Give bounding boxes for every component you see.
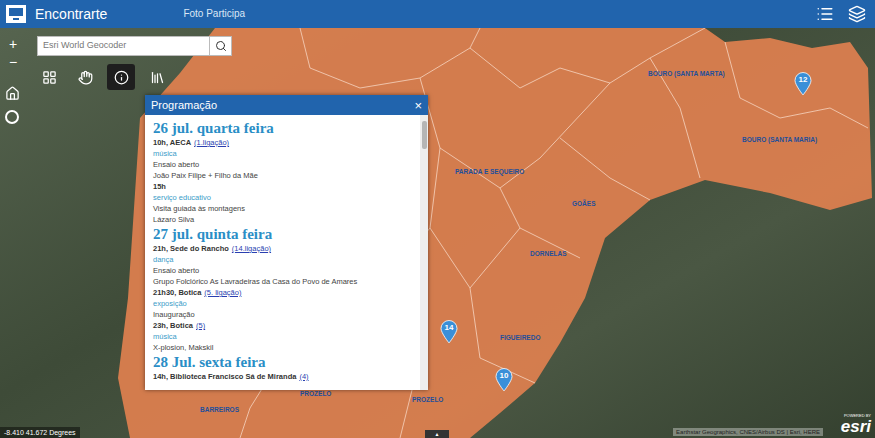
event-time: 10h, AECA(1.ligação)	[153, 137, 412, 148]
parish-label: PROZELO	[412, 396, 443, 404]
parish-label: FIGUEIREDO	[500, 334, 540, 342]
popup-header: Programação ×	[145, 95, 428, 115]
esri-logo: POWERED BYesri	[841, 413, 871, 436]
search-icon	[215, 40, 227, 52]
event-link[interactable]: (14.ligação)	[232, 244, 271, 253]
event-time: 23h, Botica(5)	[153, 320, 412, 331]
event-text: João Paix Filipe + Filho da Mãe	[153, 170, 412, 181]
day-section: 26 jul. quarta feira10h, AECA(1.ligação)…	[153, 119, 412, 225]
event-text: Visita guiada às montagens	[153, 203, 412, 214]
event-link[interactable]: (1.ligação)	[194, 138, 229, 147]
toolbar-button[interactable]	[143, 64, 171, 90]
coordinates: -8.410 41.672 Degrees	[0, 427, 80, 438]
day-section: 28 Jul. sexta feira14h, Biblioteca Franc…	[153, 353, 412, 382]
event-text: Lázaro Silva	[153, 214, 412, 225]
toolbar-button[interactable]	[107, 64, 135, 90]
app-title: Encontrarte	[35, 6, 107, 22]
popup-close-button[interactable]: ×	[414, 99, 422, 112]
library-icon	[150, 70, 165, 85]
parish-label: PARADA E SEQUEIRO	[455, 168, 524, 176]
event-text: X-plosion, Makskil	[153, 342, 412, 353]
home-icon[interactable]	[5, 86, 20, 101]
parish-label: DORNELAS	[530, 250, 566, 258]
parish-label: GOÃES	[572, 200, 595, 208]
zoom-out-button[interactable]: −	[5, 54, 21, 70]
pin-label: 10	[495, 371, 513, 381]
event-time: 21h30, Botica(5. ligação)	[153, 287, 412, 298]
parish-label: PROZELO	[300, 390, 331, 398]
scrollbar-thumb[interactable]	[422, 121, 427, 149]
map-pin[interactable]: 14	[440, 320, 458, 344]
app-subtitle[interactable]: Foto Participa	[183, 8, 245, 20]
search-button[interactable]	[210, 36, 232, 56]
parish-label: BOURO (SANTA MARTA)	[648, 70, 725, 78]
day-heading: 26 jul. quarta feira	[153, 119, 412, 137]
event-category: dança	[153, 254, 412, 265]
search-box: Esri World Geocoder	[37, 36, 232, 56]
pin-label: 14	[440, 323, 458, 333]
popup-scrollbar[interactable]	[420, 115, 428, 390]
info-icon	[114, 70, 129, 85]
header-bar: Encontrarte Foto Participa	[0, 0, 875, 28]
day-heading: 27 jul. quinta feira	[153, 225, 412, 243]
popup-content: 26 jul. quarta feira10h, AECA(1.ligação)…	[145, 115, 420, 390]
app-logo-icon	[5, 4, 27, 24]
event-time: 14h, Biblioteca Francisco Sá de Miranda(…	[153, 371, 412, 382]
event-time: 15h	[153, 181, 412, 192]
app: Encontrarte Foto Participa BOURO (SANTA MA…	[0, 0, 875, 438]
event-link[interactable]: (4)	[299, 372, 308, 381]
event-category: música	[153, 148, 412, 159]
toolbar	[35, 64, 171, 90]
event-time: 21h, Sede do Rancho(14.ligação)	[153, 243, 412, 254]
search-input[interactable]: Esri World Geocoder	[37, 36, 210, 56]
day-section: 27 jul. quinta feira21h, Sede do Rancho(…	[153, 225, 412, 353]
zoom-in-button[interactable]: +	[5, 36, 21, 52]
attribution: Earthstar Geographics, CNES/Airbus DS | …	[673, 428, 823, 436]
map-pin[interactable]: 12	[794, 72, 812, 96]
event-link[interactable]: (5)	[196, 321, 205, 330]
hand-icon	[78, 70, 93, 85]
toolbar-button[interactable]	[71, 64, 99, 90]
program-popup: Programação ×26 jul. quarta feira10h, AEC…	[145, 95, 428, 390]
parish-label: BARREIROS	[200, 406, 239, 414]
list-icon[interactable]	[816, 5, 834, 23]
event-text: Ensaio aberto	[153, 265, 412, 276]
day-heading: 28 Jul. sexta feira	[153, 353, 412, 371]
layers-icon[interactable]	[848, 5, 866, 23]
event-text: Inauguração	[153, 309, 412, 320]
event-link[interactable]: (5. ligação)	[204, 288, 241, 297]
event-text: Ensaio aberto	[153, 159, 412, 170]
event-category: exposição	[153, 298, 412, 309]
bottom-tab[interactable]: ▲	[425, 430, 449, 438]
event-category: música	[153, 331, 412, 342]
locate-icon[interactable]	[5, 110, 19, 124]
basemap-icon	[42, 70, 57, 85]
toolbar-button[interactable]	[35, 64, 63, 90]
map-pin[interactable]: 10	[495, 368, 513, 392]
parish-label: BOURO (SANTA MARIA)	[742, 136, 817, 144]
event-text: Grupo Folclórico As Lavradeiras da Casa …	[153, 276, 412, 287]
pin-label: 12	[794, 75, 812, 85]
map[interactable]: BOURO (SANTA MARTA) BOURO (SANTA MARIA) PA…	[0, 28, 875, 438]
event-category: serviço educativo	[153, 192, 412, 203]
popup-title: Programação	[151, 99, 217, 112]
